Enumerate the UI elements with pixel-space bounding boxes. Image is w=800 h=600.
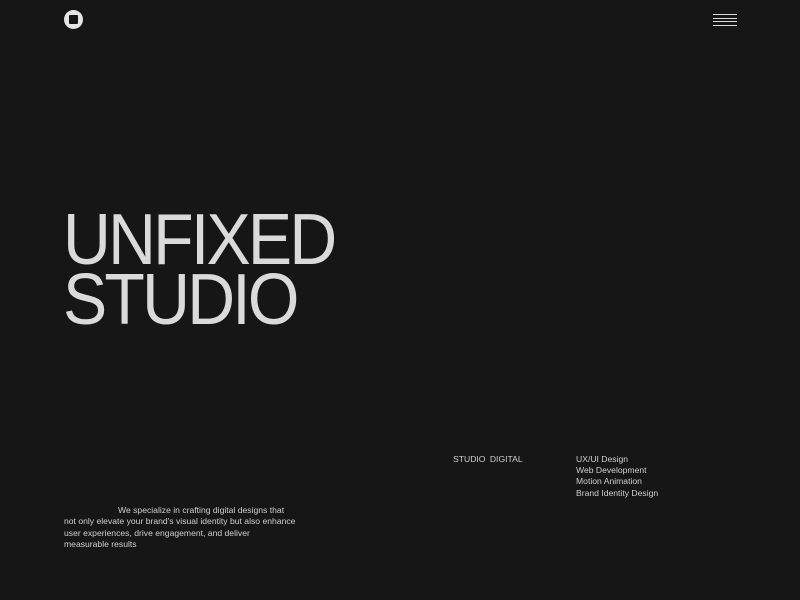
service-item-ux-ui: UX/UI Design bbox=[576, 454, 629, 464]
services-list: UX/UI Design Web Development Motion Anim… bbox=[576, 454, 658, 499]
logo-icon[interactable] bbox=[64, 10, 83, 29]
menu-line bbox=[713, 24, 737, 26]
hamburger-menu-icon[interactable] bbox=[713, 14, 737, 26]
service-item-motion-animation: Motion Animation bbox=[576, 476, 642, 487]
hero-title: UNFIXED STUDIO bbox=[63, 204, 337, 340]
logo-inner-square bbox=[69, 15, 78, 24]
menu-line bbox=[713, 21, 737, 23]
menu-line bbox=[713, 14, 737, 15]
studio-label: STUDIO DIGITAL bbox=[453, 454, 523, 464]
hero-title-line-2: STUDIO bbox=[63, 260, 299, 340]
menu-line bbox=[713, 17, 737, 19]
service-item-web-development: Web Development bbox=[576, 465, 647, 476]
service-item-brand-identity: Brand Identity Design bbox=[576, 487, 659, 498]
tagline-text: We specialize in crafting digital design… bbox=[64, 505, 296, 550]
